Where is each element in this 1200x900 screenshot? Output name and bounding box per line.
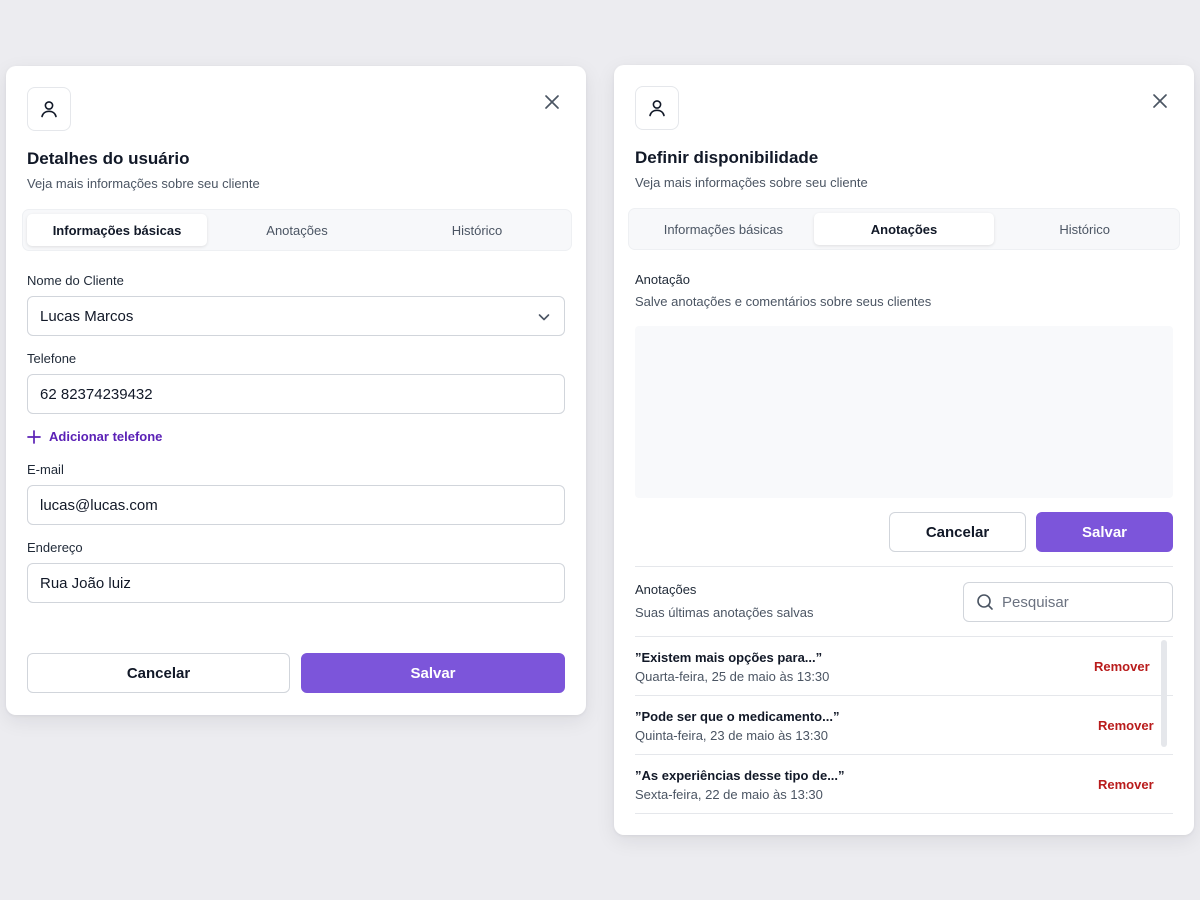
tab-history[interactable]: Histórico (387, 214, 567, 246)
add-phone-link[interactable]: Adicionar telefone (27, 429, 162, 444)
list-item: ”Existem mais opções para...” Quarta-fei… (635, 637, 1173, 695)
user-avatar (635, 86, 679, 130)
remove-button[interactable]: Remover (1094, 659, 1150, 674)
user-details-modal: Detalhes do usuário Veja mais informaçõe… (6, 66, 586, 715)
scrollbar[interactable] (1161, 640, 1167, 747)
modal-subtitle: Veja mais informações sobre seu cliente (635, 175, 868, 190)
phone-label: Telefone (27, 351, 77, 366)
tab-basic-info[interactable]: Informações básicas (633, 213, 814, 245)
divider (635, 813, 1173, 814)
client-name-value: Lucas Marcos (40, 307, 134, 325)
remove-button[interactable]: Remover (1098, 777, 1154, 792)
tab-notes[interactable]: Anotações (207, 214, 387, 246)
plus-icon (27, 429, 41, 444)
remove-button[interactable]: Remover (1098, 718, 1154, 733)
modal-title: Detalhes do usuário (27, 149, 190, 168)
close-button[interactable] (1148, 89, 1172, 113)
notes-list-subtitle: Suas últimas anotações salvas (635, 605, 814, 620)
search-icon (977, 594, 993, 610)
note-label: Anotação (635, 272, 690, 287)
tab-notes[interactable]: Anotações (813, 213, 995, 245)
cancel-button[interactable]: Cancelar (27, 653, 290, 693)
note-title: ”Existem mais opções para...” (635, 650, 823, 665)
availability-modal: Definir disponibilidade Veja mais inform… (614, 65, 1194, 835)
modal-title: Definir disponibilidade (635, 148, 819, 167)
tab-bar: Informações básicas Anotações Histórico (22, 209, 572, 251)
client-name-label: Nome do Cliente (27, 273, 124, 288)
tab-history[interactable]: Histórico (994, 213, 1175, 245)
user-icon (649, 100, 665, 117)
modal-subtitle: Veja mais informações sobre seu cliente (27, 176, 260, 191)
list-item: ”Pode ser que o medicamento...” Quinta-f… (635, 696, 1173, 754)
divider (635, 566, 1173, 567)
list-item: ”As experiências desse tipo de...” Sexta… (635, 755, 1173, 813)
address-label: Endereço (27, 540, 83, 555)
email-value: lucas@lucas.com (40, 496, 158, 514)
note-textarea[interactable] (635, 326, 1173, 498)
search-placeholder: Pesquisar (1002, 593, 1069, 611)
note-date: Sexta-feira, 22 de maio às 13:30 (635, 787, 823, 802)
note-description: Salve anotações e comentários sobre seus… (635, 294, 932, 309)
client-name-select[interactable]: Lucas Marcos (27, 296, 565, 336)
address-input[interactable]: Rua João luiz (27, 563, 565, 603)
phone-value: 62 82374239432 (40, 385, 153, 403)
search-input[interactable]: Pesquisar (963, 582, 1173, 622)
note-date: Quinta-feira, 23 de maio às 13:30 (635, 728, 828, 743)
user-icon (41, 101, 57, 118)
email-label: E-mail (27, 462, 64, 477)
save-button[interactable]: Salvar (301, 653, 565, 693)
tab-basic-info[interactable]: Informações básicas (27, 214, 207, 246)
close-icon (1153, 94, 1167, 108)
chevron-down-icon (538, 314, 550, 321)
note-title: ”Pode ser que o medicamento...” (635, 709, 840, 724)
save-button[interactable]: Salvar (1036, 512, 1173, 552)
user-avatar (27, 87, 71, 131)
phone-input[interactable]: 62 82374239432 (27, 374, 565, 414)
add-phone-label: Adicionar telefone (49, 429, 163, 444)
address-value: Rua João luiz (40, 574, 131, 592)
email-input[interactable]: lucas@lucas.com (27, 485, 565, 525)
note-title: ”As experiências desse tipo de...” (635, 768, 845, 783)
tab-bar: Informações básicas Anotações Histórico (628, 208, 1180, 250)
cancel-button[interactable]: Cancelar (889, 512, 1026, 552)
note-date: Quarta-feira, 25 de maio às 13:30 (635, 669, 830, 684)
close-icon (545, 95, 559, 109)
notes-list-title: Anotações (635, 582, 697, 597)
close-button[interactable] (540, 90, 564, 114)
